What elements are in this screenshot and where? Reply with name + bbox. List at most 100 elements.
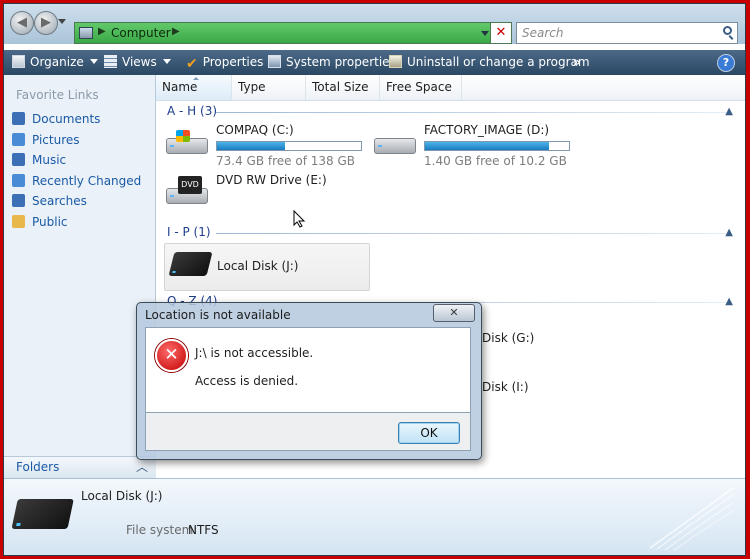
group-divider <box>216 233 726 234</box>
sidebar-item-documents[interactable]: Documents <box>12 110 100 128</box>
sidebar-item-label: Pictures <box>32 133 80 147</box>
sidebar-item-label: Music <box>32 153 67 167</box>
dialog-footer: OK <box>145 413 471 451</box>
details-pane: Local Disk (J:) File system: NTFS <box>4 478 745 555</box>
collapse-icon[interactable]: ▲ <box>725 296 733 307</box>
column-free-space[interactable]: Free Space <box>380 75 462 100</box>
drive-free-space: 1.40 GB free of 10.2 GB <box>424 154 567 168</box>
drive-name: DVD RW Drive (E:) <box>216 173 327 187</box>
error-icon: ✕ <box>155 339 188 372</box>
back-button[interactable]: ◀ <box>10 11 34 35</box>
column-headers: Name Type Total Size Free Space <box>156 75 745 101</box>
drive-name: Disk (I:) <box>482 380 529 394</box>
views-label: Views <box>122 55 157 69</box>
navigation-pane: Favorite Links Documents Pictures Music … <box>4 75 156 474</box>
more-commands-button[interactable]: » <box>573 54 581 71</box>
properties-label: Properties <box>202 55 264 69</box>
uninstall-label: Uninstall or change a program <box>407 55 590 69</box>
sidebar-item-label: Searches <box>32 194 87 208</box>
drive-usage-bar <box>424 141 570 151</box>
search-icon[interactable] <box>723 26 732 35</box>
checkmark-icon: ✔ <box>186 56 198 72</box>
dialog-body: ✕ J:\ is not accessible. Access is denie… <box>145 327 471 413</box>
organize-button[interactable]: Organize <box>12 54 98 71</box>
column-type[interactable]: Type <box>232 75 306 100</box>
dialog-close-button[interactable]: ✕ <box>433 304 475 322</box>
collapse-icon[interactable]: ▲ <box>725 106 733 117</box>
search-input[interactable]: Search <box>522 26 564 40</box>
collapse-icon[interactable]: ▲ <box>725 227 733 238</box>
documents-icon <box>12 112 25 125</box>
drive-free-space: 73.4 GB free of 138 GB <box>216 154 355 168</box>
address-bar[interactable]: ▶ Computer ▶ ✕ <box>74 22 512 44</box>
hard-drive-icon <box>374 130 416 156</box>
folders-bar[interactable]: Folders ︿ <box>4 456 156 478</box>
sidebar-item-searches[interactable]: Searches <box>12 192 87 210</box>
system-properties-label: System properties <box>286 55 396 69</box>
organize-icon <box>12 55 25 68</box>
views-button[interactable]: Views <box>104 54 171 71</box>
favorite-links-heading: Favorite Links <box>16 88 99 102</box>
system-properties-icon <box>268 55 281 68</box>
error-message: J:\ is not accessible. <box>195 346 314 360</box>
sort-ascending-icon <box>193 77 199 80</box>
column-total-size[interactable]: Total Size <box>306 75 380 100</box>
folders-label: Folders <box>16 460 60 474</box>
details-title: Local Disk (J:) <box>81 489 163 503</box>
sidebar-item-pictures[interactable]: Pictures <box>12 131 80 149</box>
breadcrumb-computer[interactable]: Computer <box>111 26 171 40</box>
uninstall-button[interactable]: Uninstall or change a program <box>389 54 590 71</box>
sidebar-item-label: Documents <box>32 112 101 126</box>
public-folder-icon <box>12 215 25 228</box>
computer-icon <box>79 27 93 39</box>
dvd-label: DVD <box>178 176 202 194</box>
sidebar-item-recently-changed[interactable]: Recently Changed <box>12 172 141 190</box>
drive-usage-fill <box>217 142 285 150</box>
music-icon <box>12 153 25 166</box>
search-box[interactable]: Search <box>516 22 738 44</box>
windows-drive-icon <box>166 130 208 156</box>
column-name-label: Name <box>162 80 198 94</box>
drive-c[interactable]: COMPAQ (C:) 73.4 GB free of 138 GB <box>164 122 364 168</box>
drive-name: Local Disk (J:) <box>217 259 299 273</box>
chevron-up-icon[interactable]: ︿ <box>136 458 148 475</box>
drive-e[interactable]: DVD DVD RW Drive (E:) <box>164 172 364 218</box>
help-icon[interactable]: ? <box>717 54 735 72</box>
recently-changed-icon <box>12 174 25 187</box>
sidebar-item-music[interactable]: Music <box>12 151 66 169</box>
organize-label: Organize <box>30 55 84 69</box>
address-dropdown-icon[interactable] <box>481 31 489 36</box>
column-free-space-label: Free Space <box>386 80 452 94</box>
searches-icon <box>12 194 25 207</box>
error-detail: Access is denied. <box>195 374 299 388</box>
pictures-icon <box>12 133 25 146</box>
file-system-value: NTFS <box>188 523 219 537</box>
external-disk-icon <box>168 252 213 280</box>
ok-button[interactable]: OK <box>398 422 460 444</box>
mouse-cursor-icon <box>293 209 307 228</box>
chevron-down-icon <box>162 59 171 64</box>
sidebar-item-label: Public <box>32 215 68 229</box>
sidebar-item-public[interactable]: Public <box>12 213 68 231</box>
dvd-drive-icon: DVD <box>166 176 208 206</box>
group-header-a-h[interactable]: A - H (3) <box>167 104 217 118</box>
group-header-i-p[interactable]: I - P (1) <box>167 225 211 239</box>
column-name[interactable]: Name <box>156 75 232 100</box>
column-total-size-label: Total Size <box>312 80 369 94</box>
error-dialog: Location is not available ✕ ✕ J:\ is not… <box>136 302 482 460</box>
external-disk-icon <box>10 499 74 535</box>
stop-icon[interactable]: ✕ <box>490 23 511 43</box>
recent-pages-dropdown-icon[interactable] <box>58 19 66 24</box>
system-properties-button[interactable]: System properties <box>268 54 396 71</box>
drive-name: FACTORY_IMAGE (D:) <box>424 123 550 137</box>
drive-usage-fill <box>425 142 549 150</box>
breadcrumb-arrow-icon[interactable]: ▶ <box>172 26 180 37</box>
forward-button[interactable]: ▶ <box>34 11 58 35</box>
properties-button[interactable]: ✔ Properties <box>186 54 263 71</box>
explorer-window: ◀ ▶ ▶ Computer ▶ ✕ Search Organize Views… <box>3 3 746 556</box>
views-icon <box>104 55 117 68</box>
drive-j[interactable]: Local Disk (J:) <box>164 243 370 291</box>
uninstall-icon <box>389 55 402 68</box>
breadcrumb-arrow-icon[interactable]: ▶ <box>98 26 106 37</box>
drive-d[interactable]: FACTORY_IMAGE (D:) 1.40 GB free of 10.2 … <box>372 122 572 168</box>
